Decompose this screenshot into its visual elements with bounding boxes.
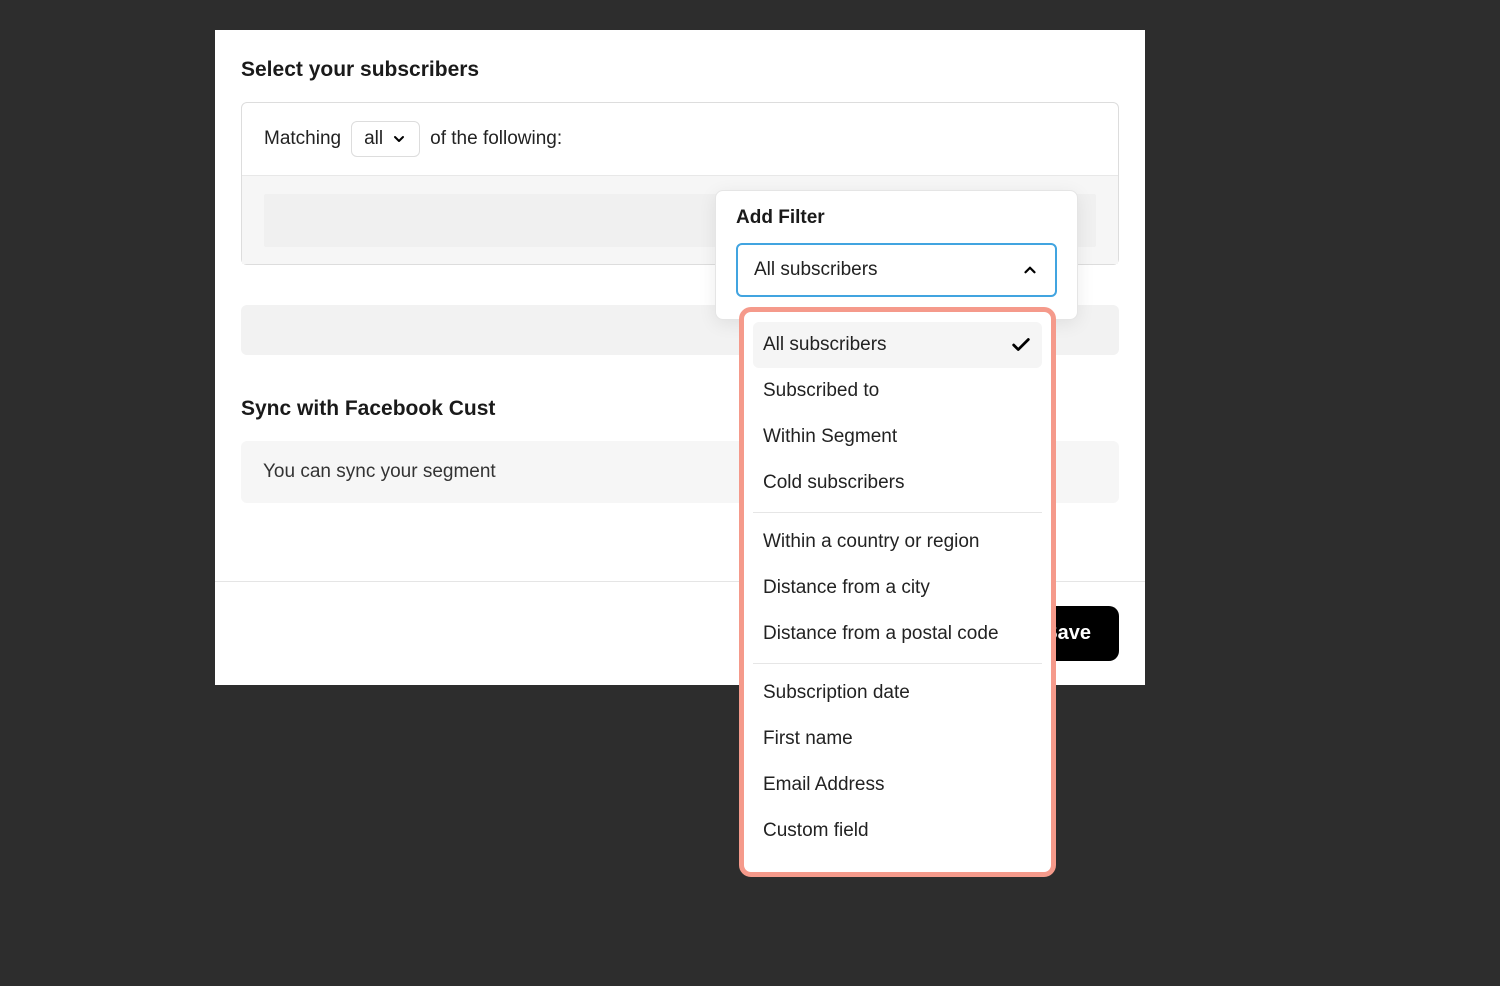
filter-option-label: Distance from a postal code [763, 623, 999, 645]
filter-option-label: Within a country or region [763, 531, 980, 553]
filter-option-label: Custom field [763, 820, 869, 842]
check-icon [1010, 334, 1032, 356]
sync-text: You can sync your segment [263, 461, 496, 482]
filter-option-label: Subscribed to [763, 380, 879, 402]
chevron-down-icon [391, 131, 407, 147]
filter-option[interactable]: Email Address [753, 762, 1042, 808]
filter-option-label: Email Address [763, 774, 884, 796]
chevron-up-icon [1021, 261, 1039, 279]
option-divider [753, 512, 1042, 513]
of-following-label: of the following: [430, 128, 562, 150]
filter-options-dropdown: All subscribers Subscribed to Within Seg… [739, 307, 1056, 877]
rule-header: Matching all of the following: [242, 103, 1118, 175]
filter-option[interactable]: Cold subscribers [753, 460, 1042, 506]
filter-option-label: Distance from a city [763, 577, 930, 599]
section-title: Select your subscribers [241, 58, 1119, 82]
filter-option[interactable]: Subscription date [753, 670, 1042, 716]
filter-option-label: Within Segment [763, 426, 897, 448]
matching-label: Matching [264, 128, 341, 150]
filter-option-label: Subscription date [763, 682, 910, 704]
add-filter-popover: Add Filter All subscribers [715, 190, 1078, 320]
match-mode-value: all [364, 128, 383, 150]
filter-option[interactable]: Distance from a postal code [753, 611, 1042, 657]
match-mode-select[interactable]: all [351, 121, 420, 157]
filter-select-value: All subscribers [754, 259, 878, 281]
option-divider [753, 663, 1042, 664]
filter-option-label: Cold subscribers [763, 472, 905, 494]
filter-option[interactable]: Within a country or region [753, 519, 1042, 565]
add-filter-title: Add Filter [736, 207, 1057, 229]
filter-option[interactable]: Distance from a city [753, 565, 1042, 611]
filter-option[interactable]: Subscribed to [753, 368, 1042, 414]
filter-option-label: All subscribers [763, 334, 887, 356]
filter-option[interactable]: Custom field [753, 808, 1042, 854]
filter-option[interactable]: Within Segment [753, 414, 1042, 460]
filter-select-trigger[interactable]: All subscribers [736, 243, 1057, 297]
filter-option[interactable]: First name [753, 716, 1042, 762]
filter-option-label: First name [763, 728, 853, 750]
filter-option[interactable]: All subscribers [753, 322, 1042, 368]
